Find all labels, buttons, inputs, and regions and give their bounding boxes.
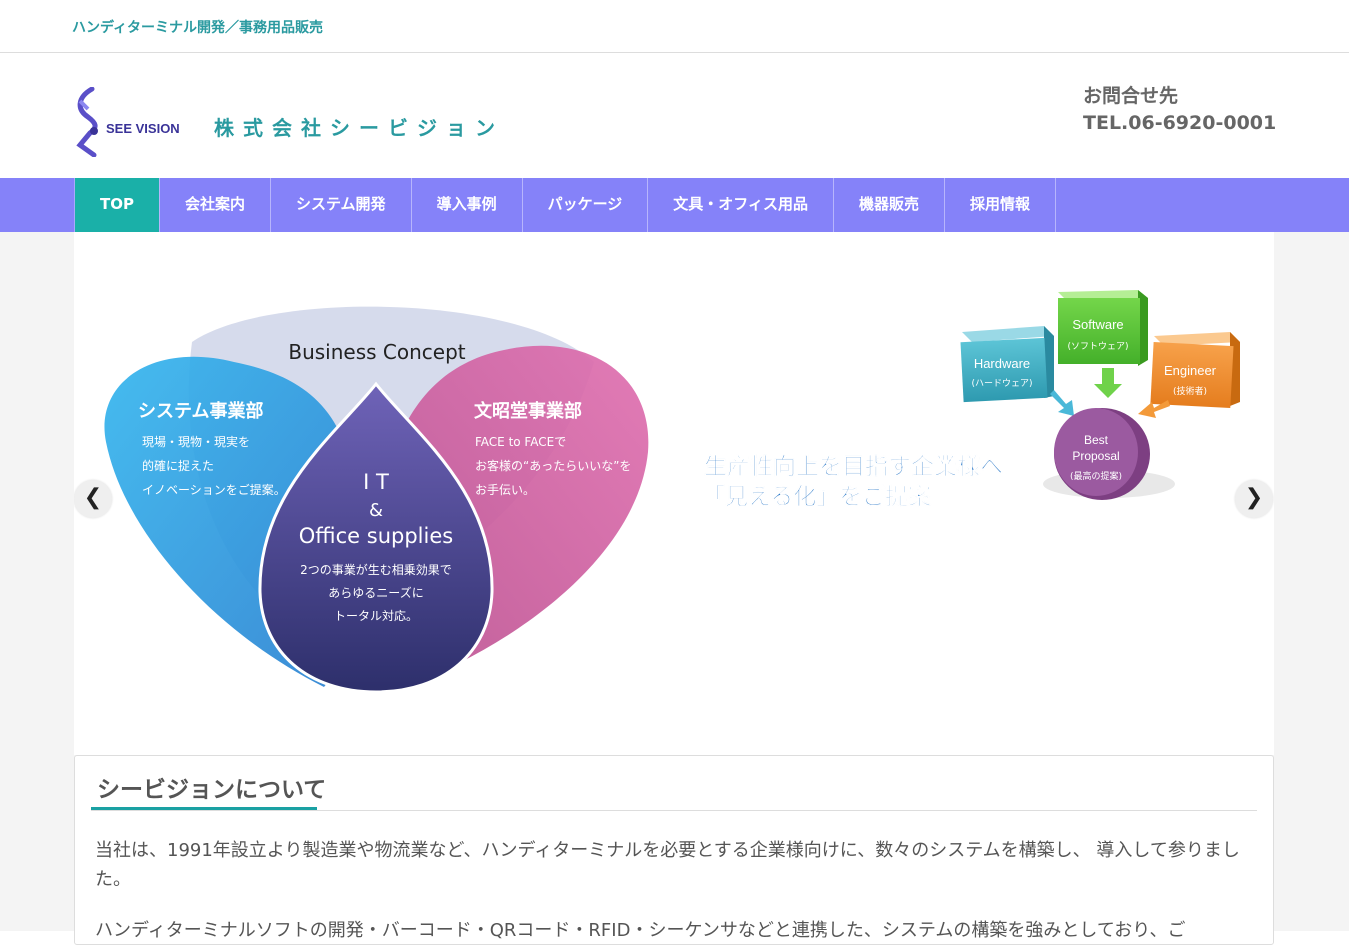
nav-item-cases[interactable]: 導入事例 bbox=[412, 178, 523, 232]
site-logo[interactable]: SEE VISION 株式会社シービジョン bbox=[74, 86, 495, 158]
venn-right-line-2: お客様の“あったらいいな”を bbox=[475, 458, 631, 473]
slide-headline-2: 「見える化」をご提案 bbox=[702, 483, 932, 510]
slider-next-button[interactable]: ❯ bbox=[1235, 480, 1273, 518]
venn-center-line-3: Office supplies bbox=[299, 524, 453, 548]
about-paragraph-1: 当社は、1991年設立より製造業や物流業など、ハンディターミナルを必要とする企業… bbox=[95, 840, 1240, 890]
arrow-down-icon bbox=[1094, 368, 1122, 398]
engineer-label: Engineer bbox=[1164, 363, 1217, 378]
logo-mark-icon: SEE VISION 株式会社シービジョン bbox=[76, 86, 495, 158]
nav-item-system[interactable]: システム開発 bbox=[271, 178, 412, 232]
engineer-box: Engineer (技術者) bbox=[1150, 332, 1240, 409]
venn-title: Business Concept bbox=[288, 340, 465, 364]
proposal-sub: (最高の提案) bbox=[1070, 470, 1122, 482]
proposal-label: Proposal bbox=[1072, 449, 1119, 463]
hero-slider: Business Concept システム事業部 現場・現物・現実を 的確に捉え… bbox=[74, 232, 1274, 755]
nav-item-recruit[interactable]: 採用情報 bbox=[945, 178, 1057, 232]
slide-headline-1: 生産性向上を目指す企業様へ bbox=[704, 453, 1003, 480]
software-label: Software bbox=[1072, 317, 1123, 332]
contact-info: お問合せ先 TEL.06-6920-0001 bbox=[1083, 83, 1276, 137]
contact-label: お問合せ先 bbox=[1083, 85, 1179, 107]
global-nav: TOP 会社案内 システム開発 導入事例 パッケージ 文具・オフィス用品 機器販… bbox=[0, 178, 1349, 232]
nav-list: TOP 会社案内 システム開発 導入事例 パッケージ 文具・オフィス用品 機器販… bbox=[74, 178, 1057, 232]
software-box: Software (ソフトウェア) bbox=[1058, 290, 1148, 366]
software-sub: (ソフトウェア) bbox=[1067, 341, 1128, 352]
about-title: シービジョンについて bbox=[97, 777, 327, 803]
venn-left-line-2: 的確に捉えた bbox=[142, 458, 214, 473]
about-section: シービジョンについて 当社は、1991年設立より製造業や物流業など、ハンディター… bbox=[74, 755, 1274, 945]
about-divider bbox=[91, 810, 1257, 811]
venn-diagram: Business Concept システム事業部 現場・現物・現実を 的確に捉え… bbox=[104, 306, 649, 694]
nav-item-top[interactable]: TOP bbox=[75, 178, 160, 232]
venn-center-text-1: 2つの事業が生む相乗効果で bbox=[300, 562, 452, 577]
venn-right-line-1: FACE to FACEで bbox=[475, 435, 566, 449]
nav-item-equipment[interactable]: 機器販売 bbox=[834, 178, 945, 232]
slide-image: Business Concept システム事業部 現場・現物・現実を 的確に捉え… bbox=[104, 290, 1240, 694]
nav-item-package[interactable]: パッケージ bbox=[523, 178, 649, 232]
nav-item-office[interactable]: 文具・オフィス用品 bbox=[648, 178, 834, 232]
best-proposal-cylinder: Best Proposal (最高の提案) bbox=[1054, 408, 1150, 500]
venn-left-heading: システム事業部 bbox=[138, 400, 263, 422]
venn-center-line-1: I T bbox=[363, 470, 389, 494]
site-tagline: ハンディターミナル開発／事務用品販売 bbox=[72, 20, 324, 36]
hardware-label: Hardware bbox=[974, 356, 1030, 371]
venn-left-line-3: イノベーションをご提案。 bbox=[142, 482, 286, 497]
visualization-diagram: Hardware (ハードウェア) Software (ソフトウェア) Engi… bbox=[702, 290, 1240, 510]
top-bar: ハンディターミナル開発／事務用品販売 bbox=[0, 0, 1349, 53]
company-name: 株式会社シービジョン bbox=[214, 116, 494, 140]
venn-right-line-3: お手伝い。 bbox=[475, 483, 535, 497]
venn-center-text-2: あらゆるニーズに bbox=[328, 585, 423, 600]
chevron-left-icon: ❮ bbox=[83, 485, 103, 510]
site-header: SEE VISION 株式会社シービジョン お問合せ先 TEL.06-6920-… bbox=[0, 54, 1349, 178]
hardware-box: Hardware (ハードウェア) bbox=[960, 326, 1054, 403]
engineer-sub: (技術者) bbox=[1173, 385, 1207, 397]
slider-prev-button[interactable]: ❮ bbox=[74, 480, 112, 518]
venn-left-line-1: 現場・現物・現実を bbox=[142, 434, 250, 449]
chevron-right-icon: ❯ bbox=[1244, 485, 1264, 510]
venn-right-heading: 文昭堂事業部 bbox=[474, 400, 582, 422]
logo-text: SEE VISION bbox=[106, 121, 180, 136]
hardware-sub: (ハードウェア) bbox=[971, 378, 1032, 389]
contact-tel[interactable]: TEL.06-6920-0001 bbox=[1083, 110, 1276, 137]
arrow-right-down-icon bbox=[1050, 390, 1074, 416]
best-label: Best bbox=[1084, 433, 1109, 447]
nav-item-company[interactable]: 会社案内 bbox=[160, 178, 271, 232]
venn-center-line-2: & bbox=[369, 500, 383, 521]
venn-center-text-3: トータル対応。 bbox=[334, 609, 418, 623]
